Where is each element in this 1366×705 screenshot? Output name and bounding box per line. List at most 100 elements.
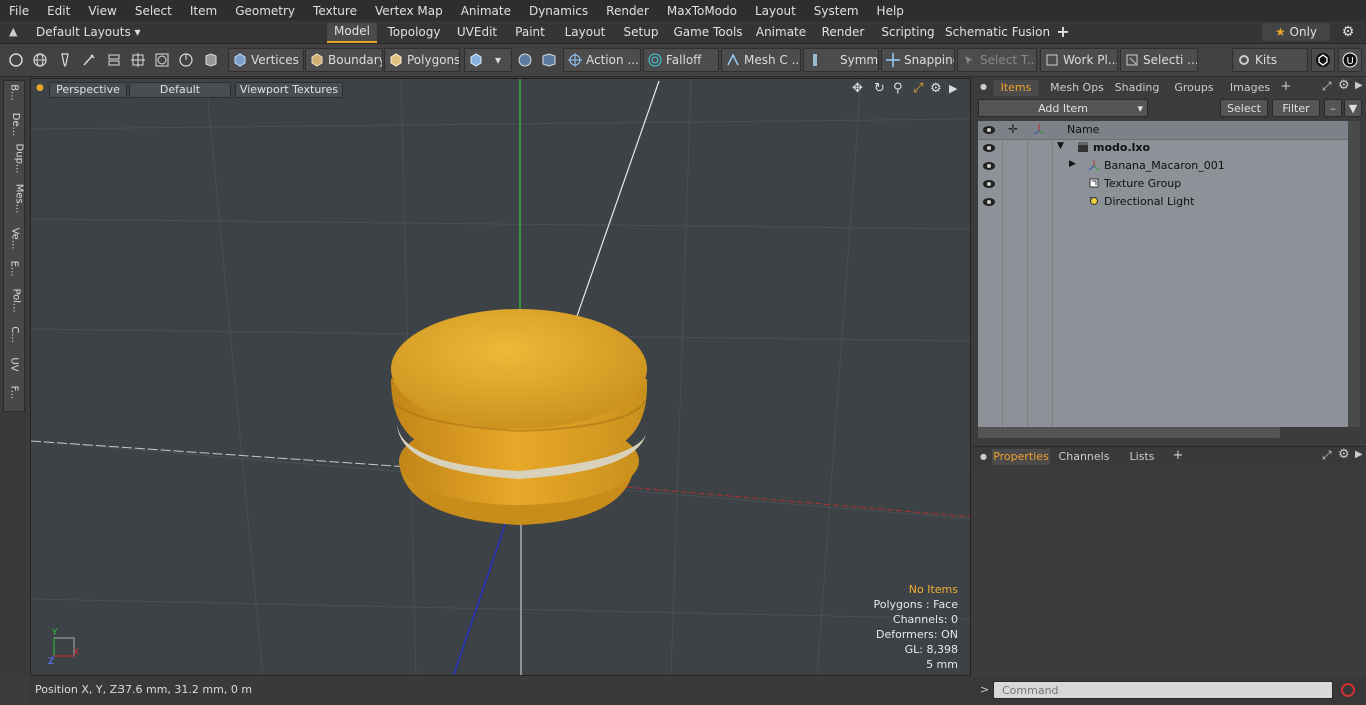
left-tab-uv[interactable]: UV (4, 357, 24, 371)
select-button[interactable]: Select (1220, 99, 1268, 117)
left-tab-duplicate[interactable]: Dup... (4, 144, 24, 174)
collapse-icon[interactable]: ▲ (9, 25, 17, 38)
filter-button[interactable]: Filter (1272, 99, 1320, 117)
globe-icon[interactable] (30, 50, 50, 70)
vertices-button[interactable]: Vertices (228, 48, 304, 72)
tab-layout[interactable]: Layout (557, 23, 613, 41)
collapse-list-icon[interactable]: – (1324, 99, 1342, 117)
add-panel-tab-button[interactable]: + (1278, 79, 1294, 95)
record-icon[interactable] (1339, 681, 1357, 699)
tab-properties[interactable]: Properties (992, 449, 1050, 465)
menu-system[interactable]: System (805, 4, 868, 18)
viewport-scene[interactable]: Y X Z (31, 79, 971, 676)
grid-snap-icon[interactable] (128, 50, 148, 70)
menu-dynamics[interactable]: Dynamics (520, 4, 597, 18)
selection-sets-button[interactable]: Selecti ... (1120, 48, 1198, 72)
visibility-eye-icon[interactable] (982, 195, 996, 209)
rotate-view-icon[interactable]: ↻ (874, 81, 885, 96)
menu-geometry[interactable]: Geometry (226, 4, 304, 18)
snapping-button[interactable]: Snapping (881, 48, 955, 72)
items-list[interactable]: ✛ Name ▼ modo.lxo ▶ Banana_Macaron_001 T… (978, 121, 1348, 427)
tab-groups[interactable]: Groups (1168, 80, 1220, 96)
tab-shading[interactable]: Shading (1112, 80, 1162, 96)
select-circle-icon[interactable] (6, 50, 26, 70)
visibility-eye-icon[interactable] (982, 159, 996, 173)
viewport-menu-dot[interactable]: ● (36, 83, 44, 93)
fit-view-icon[interactable]: ⤢ (913, 81, 923, 96)
left-tab-edge[interactable]: E... (4, 261, 24, 277)
items-scrollbar[interactable] (1348, 121, 1360, 427)
item-mode-dropdown[interactable]: ▾ (464, 48, 512, 72)
menu-item[interactable]: Item (181, 4, 226, 18)
menu-layout[interactable]: Layout (746, 4, 805, 18)
menu-help[interactable]: Help (868, 4, 913, 18)
view-perspective-button[interactable]: Perspective (49, 82, 127, 98)
menu-file[interactable]: File (0, 4, 38, 18)
left-tab-mesh-edit[interactable]: Mes... (4, 184, 24, 214)
tab-game-tools[interactable]: Game Tools (669, 23, 747, 41)
menu-select[interactable]: Select (126, 4, 181, 18)
menu-animate[interactable]: Animate (452, 4, 520, 18)
lock-column-icon[interactable]: ✛ (1008, 122, 1018, 136)
list-item-directional-light[interactable]: Directional Light (978, 193, 1348, 211)
shading-default-button[interactable]: Default (129, 82, 231, 98)
menu-edit[interactable]: Edit (38, 4, 79, 18)
add-properties-tab-button[interactable]: + (1170, 448, 1186, 464)
expand-panel-icon[interactable]: ⤢ (1322, 79, 1332, 94)
left-tab-deform[interactable]: De... (4, 113, 24, 136)
left-tab-vertex[interactable]: Ve... (4, 228, 24, 250)
tab-scripting[interactable]: Scripting (878, 23, 938, 41)
symmetry-icon[interactable] (539, 50, 559, 70)
panel-menu-dot[interactable]: ● (980, 82, 987, 91)
boundary-button[interactable]: Boundary (305, 48, 383, 72)
tab-images[interactable]: Images (1224, 80, 1276, 96)
3d-viewport[interactable]: Y X Z ● Perspective Default Viewport Tex… (30, 78, 971, 676)
list-item-texture-group[interactable]: Texture Group (978, 175, 1348, 193)
panel-arrow-icon[interactable]: ▶ (1355, 80, 1363, 91)
left-tab-basic[interactable]: B... (4, 84, 24, 100)
unreal-button[interactable]: U (1338, 48, 1362, 72)
list-item-mesh[interactable]: ▶ Banana_Macaron_001 (978, 157, 1348, 175)
tab-lists[interactable]: Lists (1120, 449, 1164, 465)
pie-icon[interactable] (176, 50, 196, 70)
properties-arrow-icon[interactable]: ▶ (1355, 449, 1363, 460)
tab-model[interactable]: Model (327, 23, 377, 43)
select-through-button[interactable]: Select T... (957, 48, 1037, 72)
macaron-model[interactable] (391, 309, 648, 525)
left-tab-curve[interactable]: C... (4, 326, 24, 343)
properties-menu-dot[interactable]: ● (980, 452, 987, 461)
viewport-textures-button[interactable]: Viewport Textures (235, 82, 343, 98)
left-tab-polygon[interactable]: Pol... (4, 288, 24, 312)
command-input[interactable] (993, 681, 1333, 699)
menu-render[interactable]: Render (597, 4, 658, 18)
tab-setup[interactable]: Setup (620, 23, 662, 41)
work-plane-button[interactable]: Work Pl... (1040, 48, 1118, 72)
items-horizontal-scrollbar[interactable] (978, 427, 1280, 438)
viewport-settings-icon[interactable]: ⚙ (930, 81, 942, 96)
add-item-button[interactable]: Add Item ▾ (978, 99, 1148, 117)
expand-triangle-icon[interactable]: ▶ (1069, 159, 1076, 169)
brush-icon[interactable] (79, 50, 99, 70)
tab-channels[interactable]: Channels (1056, 449, 1112, 465)
collapse-triangle-icon[interactable]: ▼ (1057, 141, 1064, 151)
name-header[interactable]: Name (1067, 123, 1099, 136)
align-icon[interactable] (104, 50, 124, 70)
tab-schematic-fusion[interactable]: Schematic Fusion (945, 23, 1050, 41)
filter-funnel-icon[interactable]: ▼ (1344, 99, 1362, 117)
tab-animate[interactable]: Animate (754, 23, 808, 41)
layouts-dropdown[interactable]: Default Layouts ▾ (36, 23, 141, 41)
square-circle-icon[interactable] (152, 50, 172, 70)
tab-paint[interactable]: Paint (510, 23, 550, 41)
tab-render[interactable]: Render (815, 23, 871, 41)
polygons-button[interactable]: Polygons (384, 48, 460, 72)
visibility-eye-icon[interactable] (982, 141, 996, 155)
mesh-constraint-button[interactable]: Mesh C ... (721, 48, 801, 72)
menu-texture[interactable]: Texture (304, 4, 366, 18)
move-view-icon[interactable]: ✥ (852, 81, 863, 96)
visibility-eye-icon[interactable] (982, 177, 996, 191)
menu-vertex-map[interactable]: Vertex Map (366, 4, 452, 18)
mirror-icon[interactable] (515, 50, 535, 70)
falloff-button[interactable]: Falloff (643, 48, 719, 72)
left-tab-fusion[interactable]: F... (4, 386, 24, 400)
expand-properties-icon[interactable]: ⤢ (1322, 448, 1332, 463)
